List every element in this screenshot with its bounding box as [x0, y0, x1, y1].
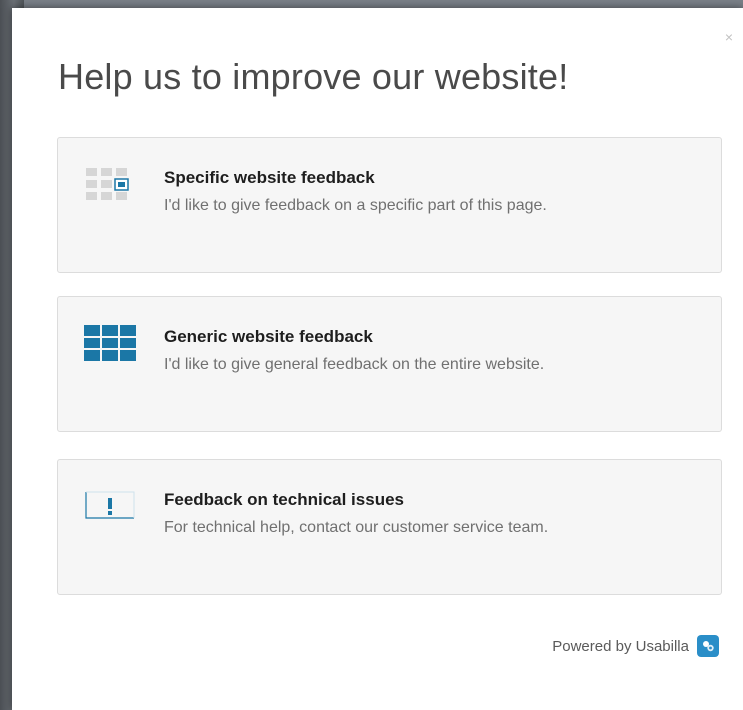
usabilla-logo-icon — [697, 635, 719, 657]
option-description: I'd like to give feedback on a specific … — [164, 197, 547, 214]
option-description: For technical help, contact our customer… — [164, 519, 549, 536]
powered-by-text: Powered by Usabilla — [552, 637, 689, 655]
technical-issue-icon — [84, 488, 136, 540]
close-icon[interactable]: × — [725, 30, 733, 44]
generic-feedback-icon — [84, 325, 136, 377]
option-title: Generic website feedback — [164, 327, 373, 346]
feedback-modal: × Help us to improve our website! Specif… — [12, 8, 743, 710]
option-title: Specific website feedback — [164, 168, 375, 187]
option-description: I'd like to give general feedback on the… — [164, 356, 545, 373]
technical-issues-option[interactable]: Feedback on technical issues For technic… — [57, 459, 722, 595]
specific-feedback-option[interactable]: Specific website feedback I'd like to gi… — [57, 137, 722, 273]
modal-title: Help us to improve our website! — [58, 56, 569, 97]
generic-feedback-option[interactable]: Generic website feedback I'd like to giv… — [57, 296, 722, 432]
specific-feedback-icon — [84, 166, 136, 218]
powered-by-link[interactable]: Powered by Usabilla — [552, 635, 719, 657]
option-title: Feedback on technical issues — [164, 490, 404, 509]
